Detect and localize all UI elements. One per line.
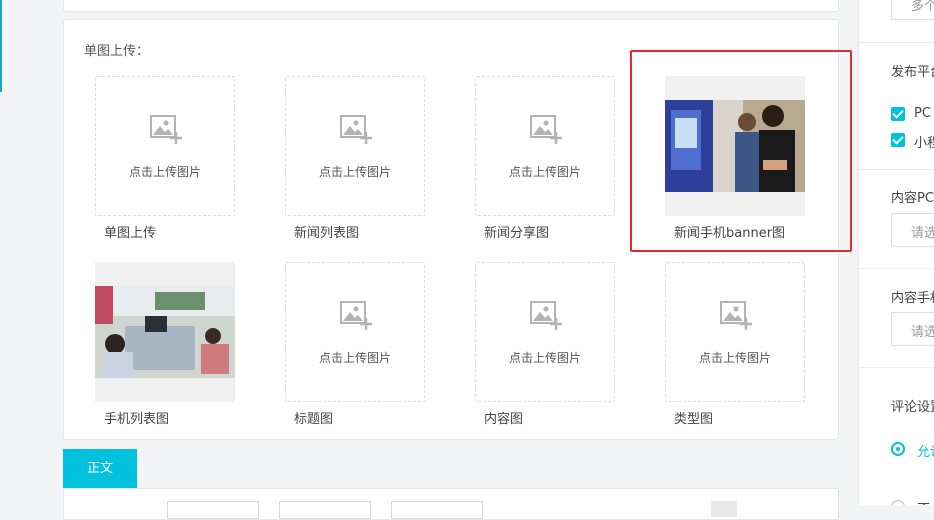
upload-dropzone[interactable]: 点击上传图片 [95, 76, 235, 216]
toolbar-select[interactable] [391, 501, 483, 519]
toolbar-select[interactable] [167, 501, 259, 519]
radio-disallow[interactable] [891, 500, 905, 505]
upload-tile-title[interactable]: 点击上传图片 标题图 [285, 262, 425, 427]
radio-allow[interactable] [891, 442, 905, 456]
upload-hint: 点击上传图片 [318, 351, 391, 365]
tile-label: 单图上传 [104, 226, 157, 241]
upload-dropzone[interactable]: 点击上传图片 [475, 262, 615, 402]
divider [859, 42, 934, 43]
upload-tile-mobile-list[interactable]: 手机列表图 [95, 262, 235, 427]
upload-tile-news-share[interactable]: 点击上传图片 新闻分享图 [475, 76, 615, 241]
image-upload-icon [720, 301, 752, 330]
upload-hint: 点击上传图片 [508, 165, 581, 179]
service-counter-photo [95, 286, 235, 378]
upload-hint: 点击上传图片 [698, 351, 771, 365]
comment-settings-label: 评论设置 [891, 400, 934, 415]
checkbox-miniprogram-label: 小程 [914, 136, 934, 151]
content-mobile-placeholder: 请选 [911, 325, 934, 340]
content-pc-label: 内容PC [891, 191, 934, 206]
upload-hint: 点击上传图片 [128, 165, 201, 179]
uploaded-image-thumbnail[interactable] [95, 262, 235, 402]
image-upload-icon [340, 115, 372, 144]
section-title: 单图上传： [84, 44, 150, 59]
publish-platform-label: 发布平台 [891, 65, 934, 80]
tile-label: 内容图 [484, 412, 524, 427]
content-mobile-label: 内容手机 [891, 291, 934, 306]
tile-label: 新闻列表图 [294, 226, 360, 241]
checkbox-pc[interactable] [891, 107, 905, 121]
divider [859, 367, 934, 368]
tile-label: 新闻分享图 [484, 226, 550, 241]
upload-dropzone[interactable]: 点击上传图片 [285, 76, 425, 216]
upload-hint: 点击上传图片 [318, 165, 391, 179]
top-input-text: 多个 [911, 0, 934, 14]
tile-label: 类型图 [674, 412, 714, 427]
upload-tile-single[interactable]: 点击上传图片 单图上传 [95, 76, 235, 241]
left-accent-bar [0, 0, 2, 92]
radio-allow-label: 允许 [917, 445, 934, 460]
divider [859, 268, 934, 269]
content-mobile-select[interactable]: 请选 [891, 312, 934, 346]
divider [859, 169, 934, 170]
highlight-box [630, 50, 852, 252]
upload-hint: 点击上传图片 [508, 351, 581, 365]
upload-dropzone[interactable]: 点击上传图片 [475, 76, 615, 216]
right-settings-panel: 多个 发布平台 PC 小程 内容PC 请选 内容手机 请选 评论设置 允许 不允 [858, 0, 934, 505]
image-upload-icon [340, 301, 372, 330]
content-pc-placeholder: 请选 [911, 226, 934, 241]
tile-label: 手机列表图 [104, 412, 170, 427]
tile-label: 标题图 [294, 412, 334, 427]
upload-dropzone[interactable]: 点击上传图片 [285, 262, 425, 402]
checkbox-pc-label: PC [914, 106, 931, 121]
top-input[interactable]: 多个 [891, 0, 934, 20]
image-upload-icon [530, 115, 562, 144]
image-upload-icon [530, 301, 562, 330]
upload-tile-type[interactable]: 点击上传图片 类型图 [665, 262, 805, 427]
toolbar-select[interactable] [279, 501, 371, 519]
upload-dropzone[interactable]: 点击上传图片 [665, 262, 805, 402]
upload-tile-news-list[interactable]: 点击上传图片 新闻列表图 [285, 76, 425, 241]
content-pc-select[interactable]: 请选 [891, 213, 934, 247]
radio-disallow-label: 不允 [917, 498, 934, 505]
toolbar-button[interactable] [711, 501, 737, 517]
previous-section-panel [63, 0, 839, 12]
tab-body[interactable]: 正文 [63, 449, 137, 489]
upload-tile-content[interactable]: 点击上传图片 内容图 [475, 262, 615, 427]
checkbox-miniprogram[interactable] [891, 133, 905, 147]
image-upload-icon [150, 115, 182, 144]
editor-toolbar [63, 488, 839, 520]
